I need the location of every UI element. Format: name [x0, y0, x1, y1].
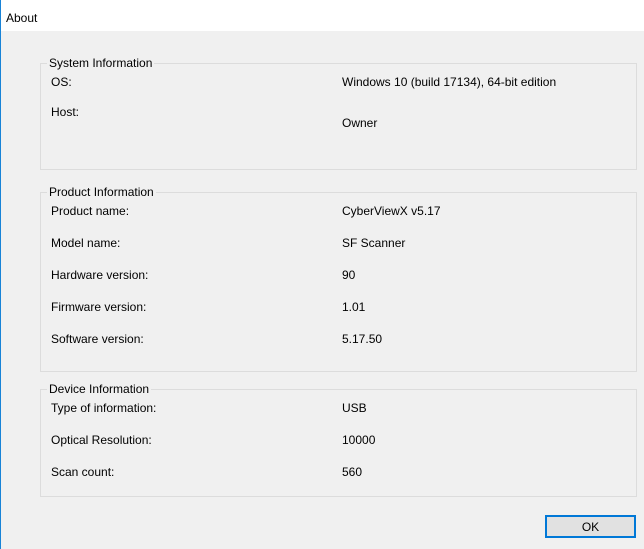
ok-button[interactable]: OK	[545, 515, 636, 538]
type-of-information-label: Type of information:	[51, 401, 157, 415]
product-information-group: Product Information Product name: CyberV…	[40, 185, 637, 372]
device-information-group: Device Information Type of information: …	[40, 382, 637, 497]
hardware-version-label: Hardware version:	[51, 268, 149, 282]
product-name-value: CyberViewX v5.17	[342, 204, 441, 218]
title-bar[interactable]: About	[1, 0, 644, 30]
optical-resolution-value: 10000	[342, 433, 376, 447]
system-information-legend: System Information	[49, 56, 153, 70]
device-information-legend: Device Information	[49, 382, 150, 396]
os-label: OS:	[51, 75, 72, 89]
firmware-version-label: Firmware version:	[51, 300, 147, 314]
type-of-information-value: USB	[342, 401, 367, 415]
product-name-label: Product name:	[51, 204, 130, 218]
host-label: Host:	[51, 105, 80, 119]
optical-resolution-label: Optical Resolution:	[51, 433, 152, 447]
scan-count-value: 560	[342, 465, 363, 479]
dialog-body: System Information OS: Windows 10 (build…	[1, 31, 644, 549]
scan-count-label: Scan count:	[51, 465, 115, 479]
model-name-label: Model name:	[51, 236, 121, 250]
hardware-version-value: 90	[342, 268, 356, 282]
software-version-value: 5.17.50	[342, 332, 383, 346]
host-value: Owner	[342, 116, 378, 130]
firmware-version-value: 1.01	[342, 300, 366, 314]
product-information-legend: Product Information	[49, 185, 154, 199]
os-value: Windows 10 (build 17134), 64-bit edition	[342, 75, 557, 89]
system-information-group: System Information OS: Windows 10 (build…	[40, 56, 637, 170]
window-title: About	[6, 11, 38, 25]
model-name-value: SF Scanner	[342, 236, 406, 250]
software-version-label: Software version:	[51, 332, 144, 346]
about-dialog: About System Information OS: Windows 10 …	[0, 0, 644, 549]
